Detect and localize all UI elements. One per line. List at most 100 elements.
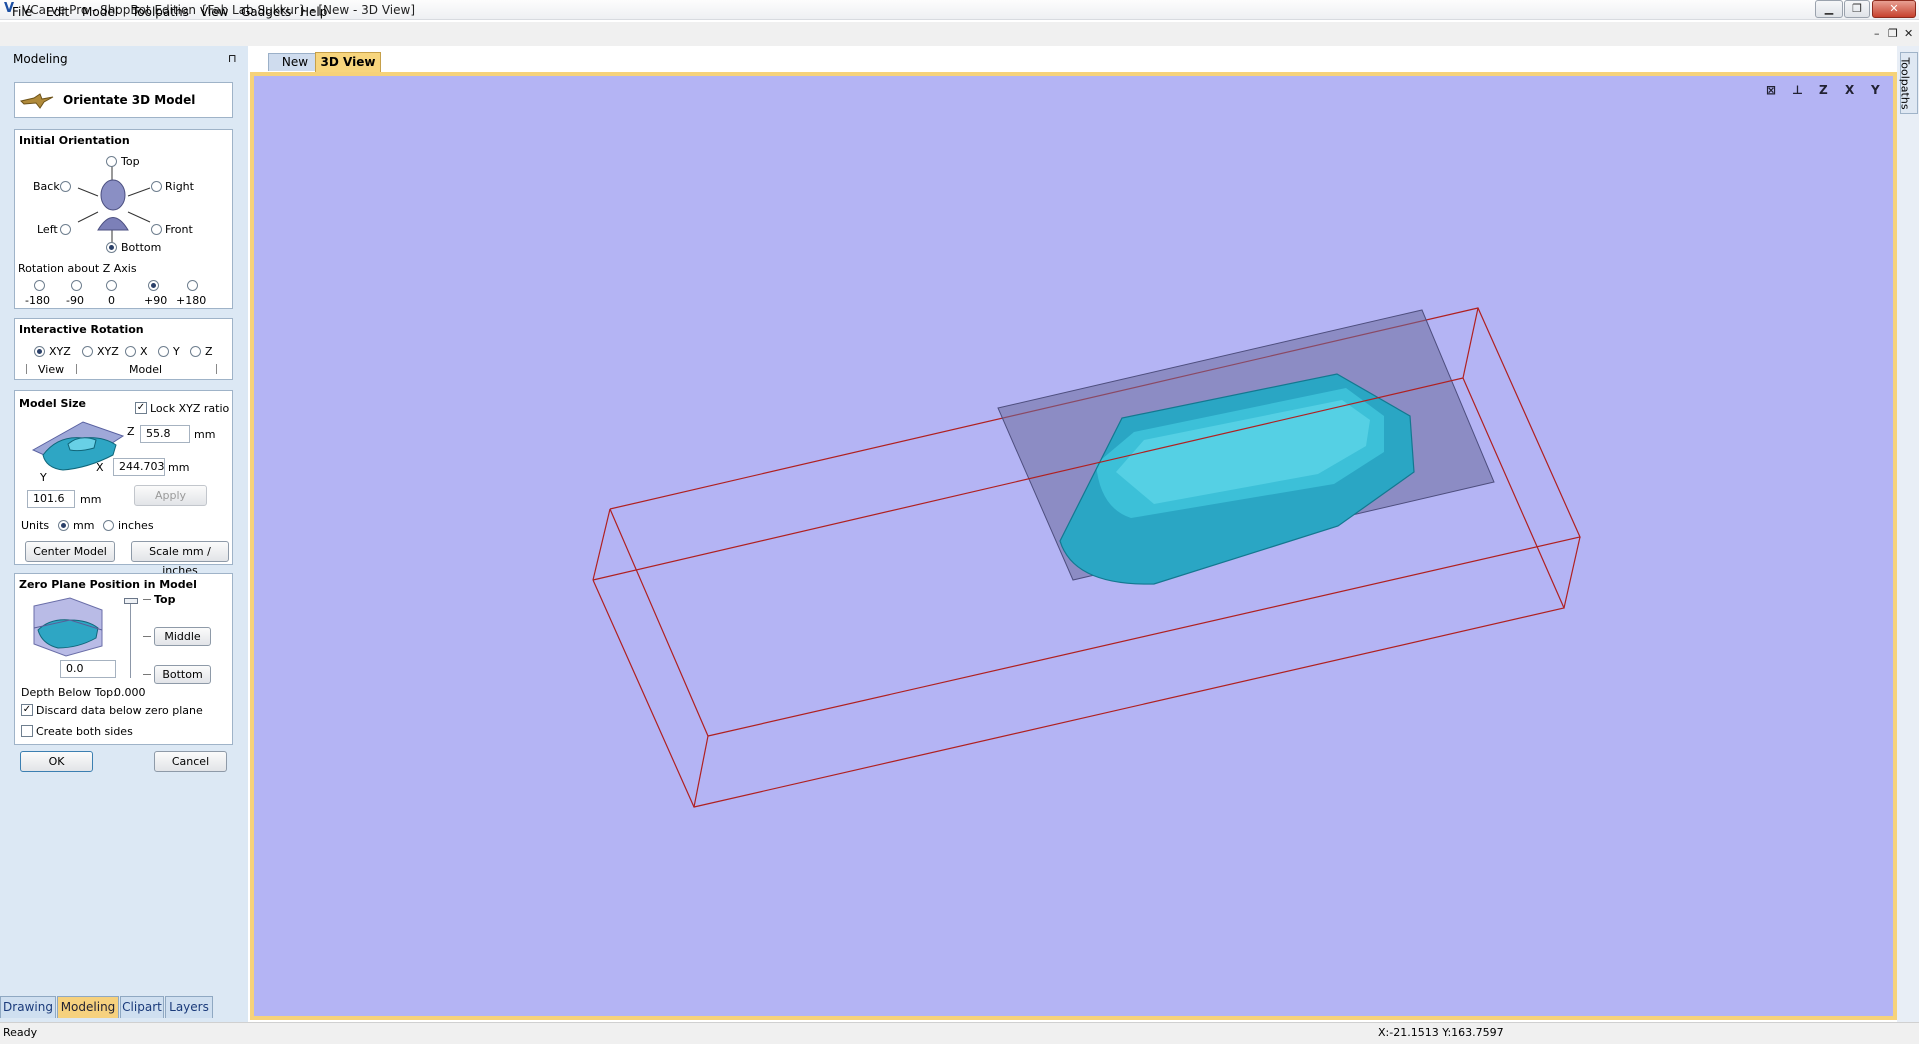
rotate-view-xyz-radio[interactable]: [34, 346, 45, 357]
zero-plane-value-input[interactable]: 0.0: [60, 660, 116, 678]
discard-below-zero-checkbox[interactable]: ✓: [21, 704, 33, 716]
cancel-button[interactable]: Cancel: [154, 751, 227, 772]
units-inches-label: inches: [118, 519, 154, 532]
toolpaths-side-tab[interactable]: Toolpaths: [1899, 52, 1918, 114]
orientation-right-radio[interactable]: [151, 181, 162, 192]
pin-icon[interactable]: ⊓: [228, 52, 237, 65]
rotate-model-y-radio[interactable]: [158, 346, 169, 357]
units-label: Units: [21, 519, 50, 532]
mdi-restore-button[interactable]: ❐: [1888, 27, 1898, 40]
rotation-0-label: 0: [108, 294, 115, 307]
menu-bar: [0, 22, 1919, 46]
doc-tab-3d-view[interactable]: 3D View: [315, 52, 381, 72]
zero-plane-car-icon: [33, 597, 103, 657]
y-unit-label: mm: [80, 493, 102, 506]
maximize-button[interactable]: ❐: [1844, 0, 1870, 18]
iso-view-icon[interactable]: ⊥: [1792, 83, 1803, 97]
orientation-bottom-radio[interactable]: [106, 242, 117, 253]
ok-button[interactable]: OK: [20, 751, 93, 772]
create-both-sides-checkbox[interactable]: [21, 725, 33, 737]
units-mm-radio[interactable]: [58, 520, 69, 531]
mdi-close-button[interactable]: ✕: [1904, 27, 1913, 40]
tab-layers[interactable]: Layers: [165, 996, 213, 1018]
orientation-bust-icon: [77, 160, 151, 245]
rotation-plus180-radio[interactable]: [187, 280, 198, 291]
bottom-button[interactable]: Bottom: [154, 665, 211, 684]
rotation-plus180-label: +180: [176, 294, 207, 307]
rotate-model-xyz-radio[interactable]: [82, 346, 93, 357]
orientation-top-radio[interactable]: [106, 156, 117, 167]
orientation-left-label: Left: [37, 223, 58, 236]
model-group-end-divider: [216, 364, 217, 374]
view-group-divider: [26, 364, 27, 374]
tab-drawing[interactable]: Drawing: [0, 996, 56, 1018]
tool-title: Orientate 3D Model: [63, 93, 196, 107]
scale-units-button[interactable]: Scale mm / inches: [131, 541, 229, 577]
discard-below-zero-label: Discard data below zero plane: [36, 704, 203, 717]
middle-tick: [143, 636, 151, 637]
units-inches-radio[interactable]: [103, 520, 114, 531]
x-size-input[interactable]: 244.703: [113, 458, 165, 476]
rotation-plus90-label: +90: [144, 294, 168, 307]
rotate-view-xyz-label: XYZ: [49, 345, 71, 358]
orientation-front-radio[interactable]: [151, 224, 162, 235]
view-x-icon[interactable]: X: [1845, 83, 1854, 97]
lock-xyz-checkbox[interactable]: ✓: [135, 402, 147, 414]
zero-plane-top-label: Top: [154, 593, 176, 606]
status-bar: [0, 1022, 1919, 1044]
rotation-0-radio[interactable]: [106, 280, 117, 291]
eagle-icon: [20, 93, 54, 109]
rotation-plus90-radio[interactable]: [148, 280, 159, 291]
rotate-model-z-label: Z: [205, 345, 213, 358]
menu-file[interactable]: File: [12, 5, 32, 19]
rotation-minus90-radio[interactable]: [71, 280, 82, 291]
status-text: Ready: [3, 1026, 38, 1039]
rotation-minus90-label: -90: [66, 294, 84, 307]
menu-help[interactable]: Help: [300, 5, 327, 19]
y-size-input[interactable]: 101.6: [27, 490, 75, 508]
rotate-model-x-radio[interactable]: [125, 346, 136, 357]
doc-tab-new[interactable]: New: [268, 53, 322, 71]
bottom-tick: [143, 674, 151, 675]
depth-below-top-label: Depth Below Top:: [21, 686, 117, 699]
top-tick: [143, 599, 151, 600]
rotate-model-x-label: X: [140, 345, 148, 358]
rotate-model-z-radio[interactable]: [190, 346, 201, 357]
y-axis-label: Y: [40, 471, 47, 484]
right-panel-strip: [1897, 46, 1919, 1022]
interactive-rotation-title: Interactive Rotation: [19, 323, 144, 336]
orientation-back-label: Back: [33, 180, 60, 193]
rotate-model-y-label: Y: [173, 345, 180, 358]
menu-toolpaths[interactable]: Toolpaths: [132, 5, 189, 19]
z-size-input[interactable]: 55.8: [140, 425, 190, 443]
view-y-icon[interactable]: Y: [1871, 83, 1880, 97]
rotate-view-group-label: View: [38, 363, 65, 376]
rotate-model-group-label: Model: [129, 363, 163, 376]
menu-gadgets[interactable]: Gadgets: [241, 5, 291, 19]
middle-button[interactable]: Middle: [154, 627, 211, 646]
3d-scene[interactable]: [254, 76, 1893, 1016]
orientation-back-radio[interactable]: [60, 181, 71, 192]
minimize-button[interactable]: ▁: [1815, 0, 1843, 18]
tab-modeling[interactable]: Modeling: [57, 996, 119, 1018]
z-unit-label: mm: [194, 428, 216, 441]
zoom-extents-icon[interactable]: ⊠: [1766, 83, 1776, 97]
lock-xyz-label: Lock XYZ ratio: [150, 402, 230, 415]
model-size-title: Model Size: [19, 397, 86, 410]
orientation-left-radio[interactable]: [60, 224, 71, 235]
rotate-model-xyz-label: XYZ: [97, 345, 119, 358]
mdi-minimize-button[interactable]: –: [1874, 27, 1880, 40]
menu-model[interactable]: Model: [82, 5, 118, 19]
x-unit-label: mm: [168, 461, 190, 474]
zero-plane-slider-handle[interactable]: [124, 598, 138, 604]
z-axis-label: Z: [127, 425, 135, 438]
center-model-button[interactable]: Center Model: [25, 541, 115, 562]
rotation-minus180-radio[interactable]: [34, 280, 45, 291]
panel-title: Modeling: [13, 52, 68, 66]
menu-edit[interactable]: Edit: [46, 5, 69, 19]
view-z-icon[interactable]: Z: [1819, 83, 1828, 97]
menu-view[interactable]: View: [200, 5, 228, 19]
close-button[interactable]: ✕: [1872, 0, 1916, 18]
tab-clipart[interactable]: Clipart: [120, 996, 164, 1018]
apply-button[interactable]: Apply: [134, 485, 207, 506]
